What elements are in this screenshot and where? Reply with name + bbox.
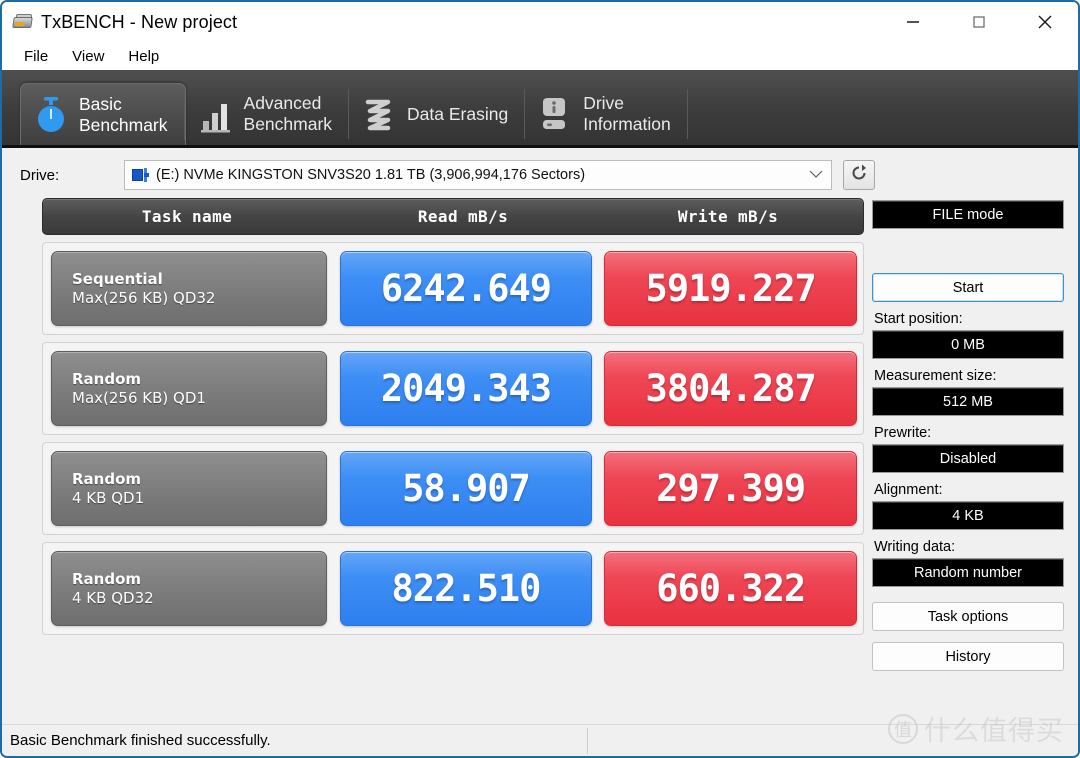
- hdd-info-icon: [537, 94, 573, 134]
- writing-data-label: Writing data:: [874, 539, 956, 555]
- read-value: 2049.343: [339, 351, 593, 426]
- status-message: Basic Benchmark finished successfully.: [10, 732, 271, 749]
- bar-chart-icon: [198, 94, 234, 134]
- task-name-primary: Random: [72, 569, 142, 588]
- measurement-size-label: Measurement size:: [874, 368, 997, 384]
- tab-advanced-benchmark[interactable]: Advanced Benchmark: [186, 83, 350, 145]
- history-button[interactable]: History: [872, 642, 1064, 671]
- table-row: Random 4 KB QD32 822.510 660.322: [42, 542, 864, 635]
- drive-selector-row: Drive: (E:) NVMe KINGSTON SNV3S20 1.81 T…: [2, 148, 1078, 198]
- tab-drive-information[interactable]: Drive Information: [525, 83, 688, 145]
- drive-chip-icon: [132, 167, 150, 183]
- column-header-read: Read mB/s: [417, 207, 509, 226]
- status-divider: [587, 728, 588, 754]
- tab-basic-benchmark[interactable]: Basic Benchmark: [20, 83, 186, 145]
- menu-item-help[interactable]: Help: [118, 46, 169, 67]
- tab-label-advanced-benchmark: Advanced Benchmark: [243, 93, 333, 134]
- tab-label-data-erasing: Data Erasing: [407, 103, 509, 124]
- task-name-primary: Random: [72, 469, 142, 488]
- tab-label-drive-information: Drive Information: [583, 93, 671, 134]
- status-bar: Basic Benchmark finished successfully.: [2, 724, 1078, 756]
- measurement-size-field[interactable]: 512 MB: [872, 387, 1064, 416]
- task-name-primary: Sequential: [72, 269, 163, 288]
- menu-item-view[interactable]: View: [62, 46, 114, 67]
- window-controls: [880, 2, 1078, 42]
- task-options-button[interactable]: Task options: [872, 602, 1064, 631]
- drive-select-value: (E:) NVMe KINGSTON SNV3S20 1.81 TB (3,90…: [156, 167, 586, 183]
- start-button[interactable]: Start: [872, 273, 1064, 302]
- window-title: TxBENCH - New project: [41, 11, 238, 32]
- prewrite-field[interactable]: Disabled: [872, 444, 1064, 473]
- table-row: Random Max(256 KB) QD1 2049.343 3804.287: [42, 342, 864, 435]
- tab-label-basic-benchmark: Basic Benchmark: [79, 93, 168, 135]
- table-row: Random 4 KB QD1 58.907 297.399: [42, 442, 864, 535]
- prewrite-label: Prewrite:: [874, 425, 932, 441]
- chevron-down-icon: [809, 166, 825, 184]
- tab-data-erasing[interactable]: Data Erasing: [349, 83, 526, 145]
- options-panel: FILE mode Start Start position: 0 MB Mea…: [864, 198, 1078, 724]
- drive-select[interactable]: (E:) NVMe KINGSTON SNV3S20 1.81 TB (3,90…: [124, 160, 832, 190]
- task-button[interactable]: Random 4 KB QD32: [51, 551, 327, 626]
- app-drive-icon: [12, 13, 34, 31]
- writing-data-field[interactable]: Random number: [872, 558, 1064, 587]
- task-name-secondary: Max(256 KB) QD32: [72, 288, 216, 307]
- app-window: TxBENCH - New project File View Help Bas…: [0, 0, 1080, 758]
- refresh-icon: [849, 163, 869, 188]
- column-header-task-name: Task name: [141, 207, 233, 226]
- close-button[interactable]: [1012, 2, 1078, 42]
- read-value: 6242.649: [339, 251, 593, 326]
- read-value: 58.907: [339, 451, 593, 526]
- column-header-write: Write mB/s: [677, 207, 779, 226]
- write-value: 297.399: [604, 451, 857, 526]
- stopwatch-icon: [33, 95, 69, 135]
- alignment-field[interactable]: 4 KB: [872, 501, 1064, 530]
- write-value: 3804.287: [604, 351, 857, 426]
- table-row: Sequential Max(256 KB) QD32 6242.649 591…: [42, 242, 864, 335]
- menu-bar: File View Help: [2, 42, 1078, 70]
- task-button[interactable]: Random Max(256 KB) QD1: [51, 351, 327, 426]
- shredder-icon: [361, 94, 397, 134]
- minimize-button[interactable]: [880, 2, 946, 42]
- alignment-label: Alignment:: [874, 482, 943, 498]
- write-value: 660.322: [604, 551, 857, 626]
- content-area: Task name Read mB/s Write mB/s Sequentia…: [2, 198, 1078, 724]
- title-bar: TxBENCH - New project: [2, 2, 1078, 42]
- mode-field[interactable]: FILE mode: [872, 200, 1064, 229]
- maximize-button[interactable]: [946, 2, 1012, 42]
- read-value: 822.510: [339, 551, 593, 626]
- task-button[interactable]: Random 4 KB QD1: [51, 451, 327, 526]
- results-table: Task name Read mB/s Write mB/s Sequentia…: [2, 198, 864, 724]
- task-name-secondary: 4 KB QD32: [72, 588, 154, 607]
- tab-strip: Basic Benchmark Advanced Benchmark Data …: [2, 70, 1078, 148]
- task-name-primary: Random: [72, 369, 142, 388]
- drive-label: Drive:: [20, 166, 60, 184]
- task-name-secondary: 4 KB QD1: [72, 488, 145, 507]
- start-position-label: Start position:: [874, 311, 963, 327]
- main-body: Drive: (E:) NVMe KINGSTON SNV3S20 1.81 T…: [2, 148, 1078, 724]
- table-header-row: Task name Read mB/s Write mB/s: [42, 198, 864, 235]
- refresh-button[interactable]: [843, 160, 875, 190]
- task-button[interactable]: Sequential Max(256 KB) QD32: [51, 251, 327, 326]
- write-value: 5919.227: [604, 251, 857, 326]
- task-name-secondary: Max(256 KB) QD1: [72, 388, 206, 407]
- menu-item-file[interactable]: File: [14, 46, 58, 67]
- start-position-field[interactable]: 0 MB: [872, 330, 1064, 359]
